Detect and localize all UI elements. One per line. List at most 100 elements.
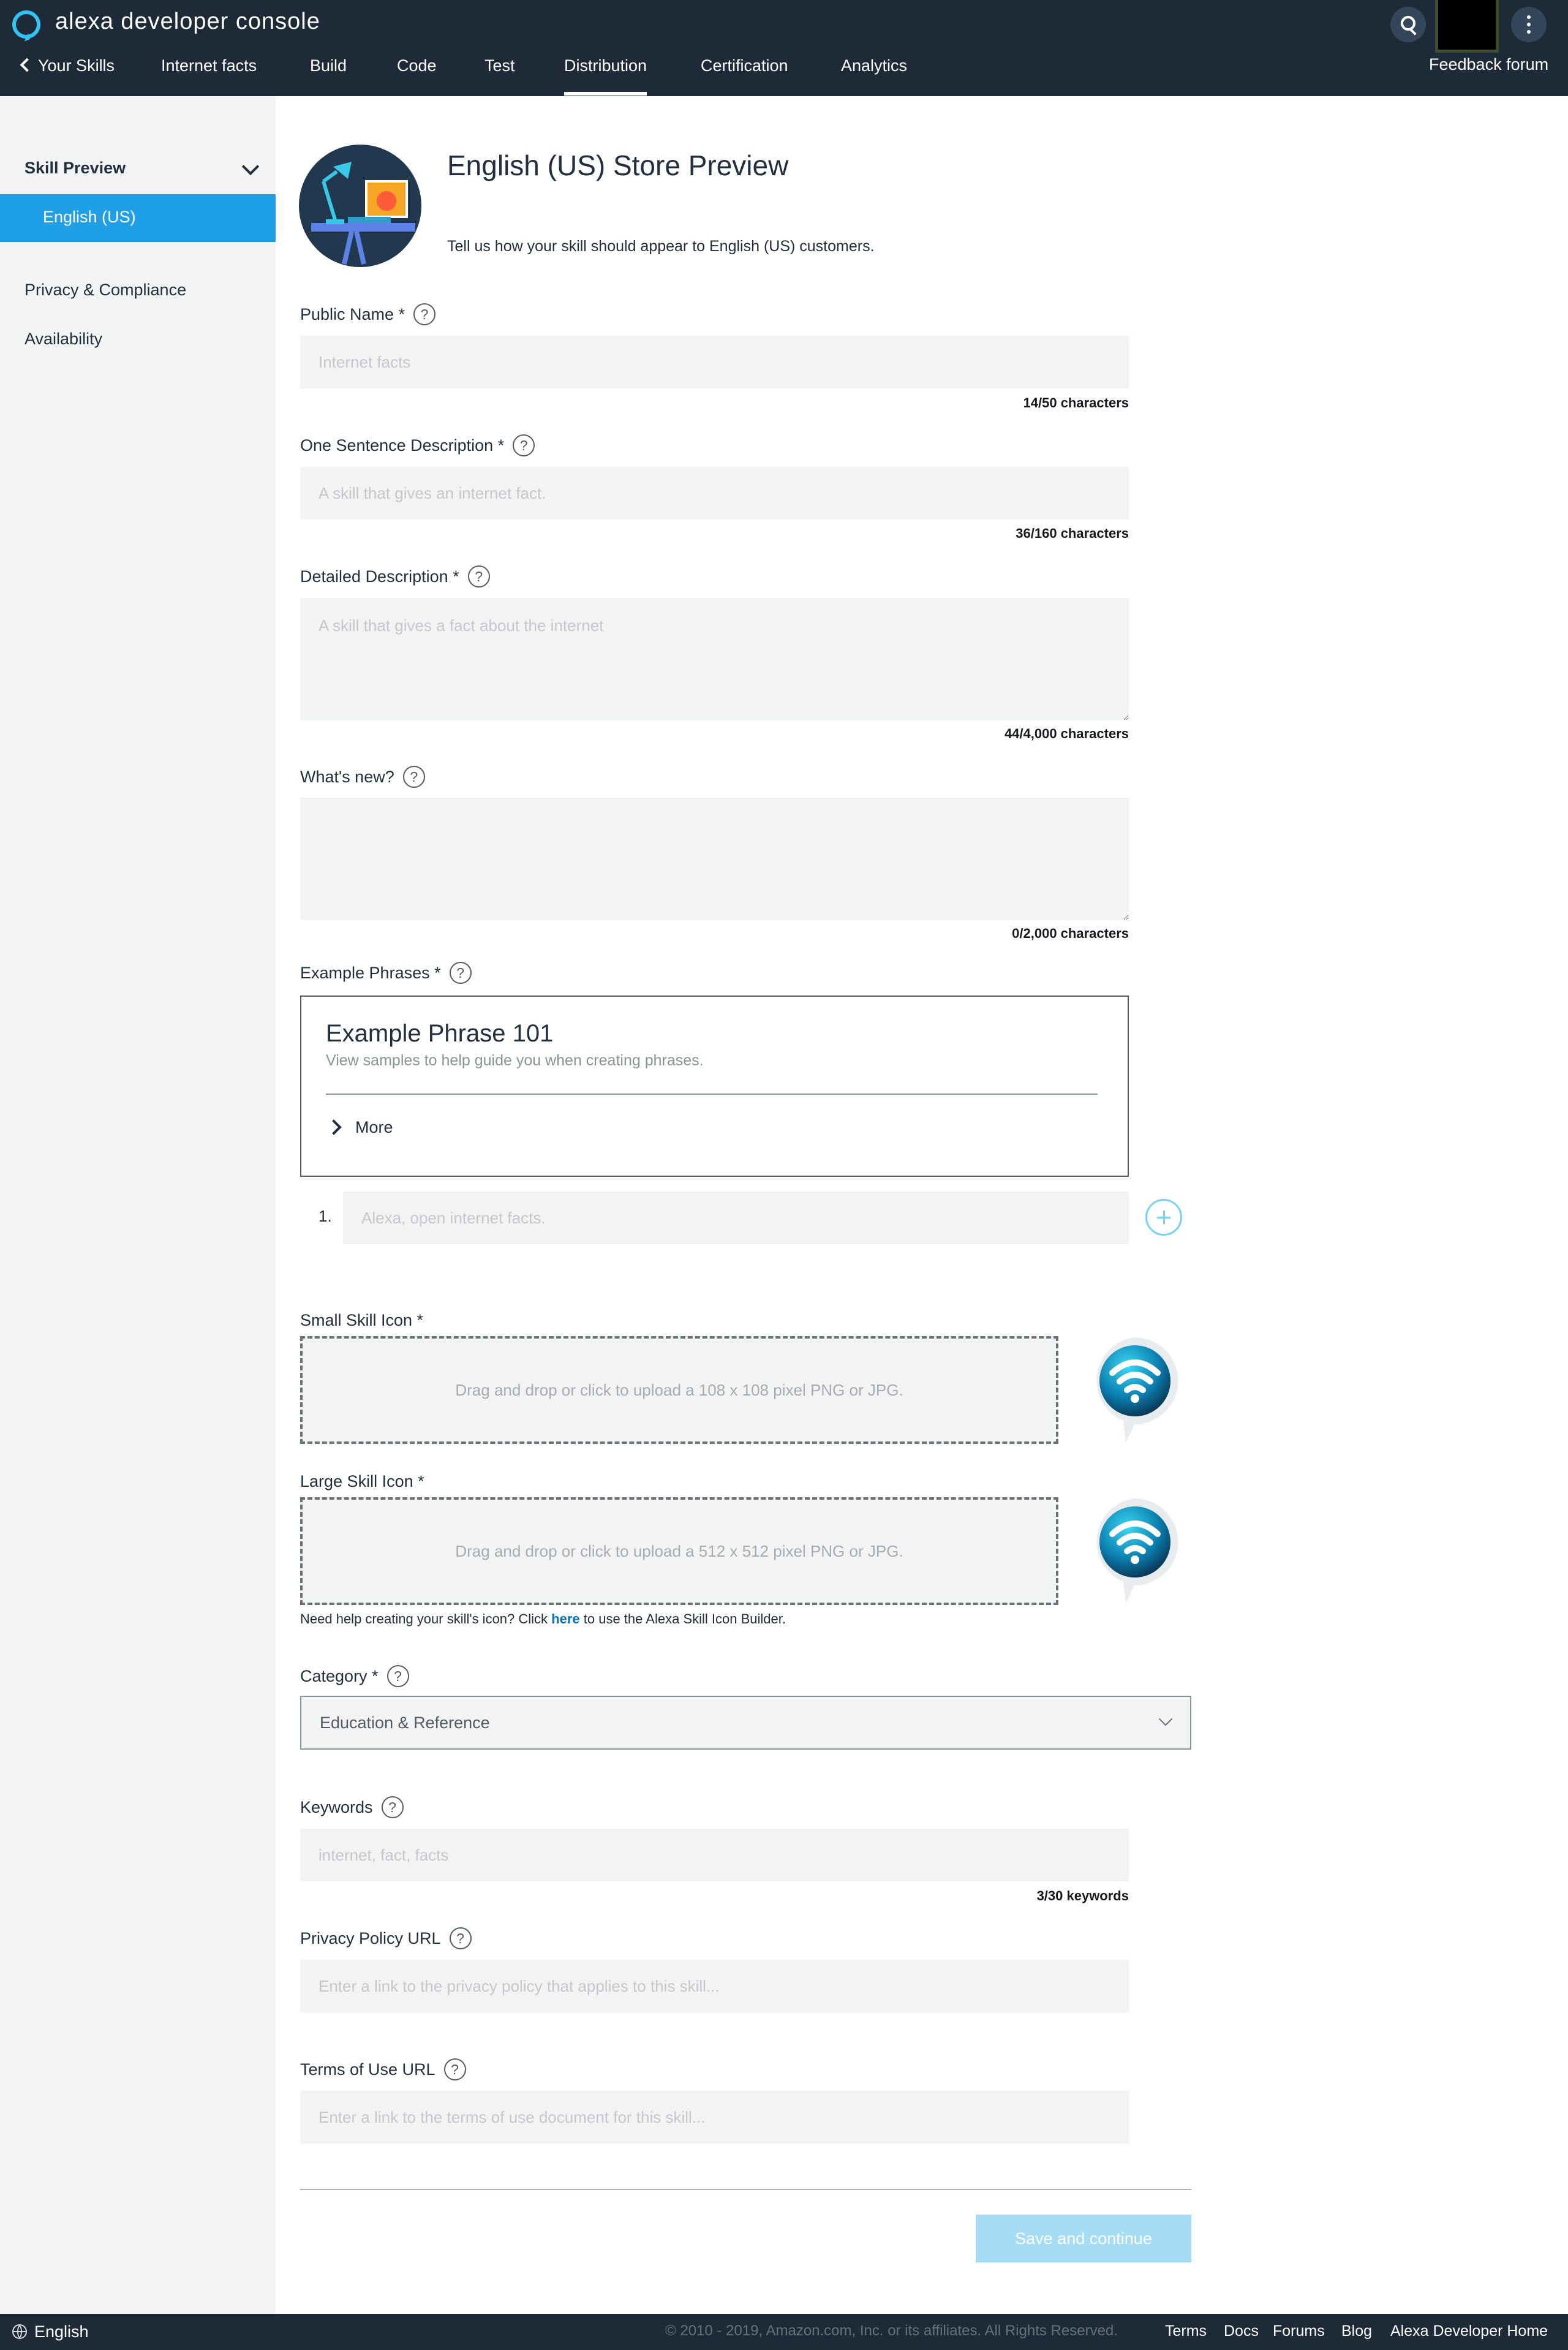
category-select[interactable]: Education & Reference [300, 1696, 1191, 1750]
nav-analytics[interactable]: Analytics [841, 53, 907, 96]
more-label: More [355, 1118, 393, 1136]
terms-of-use-url-input[interactable] [300, 2091, 1129, 2144]
whats-new-counter: 0/2,000 characters [1012, 926, 1129, 941]
nav-code[interactable]: Code [397, 53, 437, 96]
help-text: Need help creating your skill's icon? Cl… [300, 1611, 552, 1626]
nav-build[interactable]: Build [310, 53, 347, 96]
page-title: English (US) Store Preview [447, 149, 789, 181]
category-value: Education & Reference [320, 1713, 490, 1732]
feedback-forum-link[interactable]: Feedback forum [1429, 55, 1548, 74]
label-text: Public Name * [300, 305, 405, 324]
label-text: Category * [300, 1667, 379, 1686]
example-phrases-label: Example Phrases *? [300, 962, 472, 985]
example-phrase-101-panel: Example Phrase 101 View samples to help … [300, 996, 1129, 1177]
footer-link-blog[interactable]: Blog [1341, 2322, 1372, 2340]
sidebar-item-availability[interactable]: Availability [24, 330, 102, 349]
sidebar-item-privacy-compliance[interactable]: Privacy & Compliance [24, 281, 186, 300]
label-text: What's new? [300, 768, 394, 787]
public-name-input[interactable] [300, 336, 1129, 388]
form-divider [300, 2189, 1191, 2190]
help-text: to use the Alexa Skill Icon Builder. [579, 1611, 786, 1626]
one-sentence-counter: 36/160 characters [1016, 526, 1129, 541]
search-button[interactable] [1390, 7, 1426, 42]
example-phrase-input[interactable] [343, 1192, 1129, 1244]
search-icon-handle [1409, 28, 1417, 36]
privacy-policy-url-label: Privacy Policy URL? [300, 1927, 472, 1951]
sidebar-section-skill-preview[interactable]: Skill Preview [24, 159, 126, 178]
save-and-continue-button[interactable]: Save and continue [976, 2215, 1191, 2262]
label-text: Terms of Use URL [300, 2060, 435, 2079]
footer-link-docs[interactable]: Docs [1224, 2322, 1259, 2340]
divider [326, 1094, 1098, 1095]
chevron-down-icon[interactable] [241, 157, 260, 176]
more-options-button[interactable] [1511, 7, 1547, 42]
example-phrase-title: Example Phrase 101 [326, 1020, 554, 1047]
help-icon[interactable]: ? [402, 766, 425, 788]
help-icon[interactable]: ? [449, 962, 472, 984]
more-expander[interactable]: More [326, 1118, 393, 1137]
example-phrase-number: 1. [318, 1207, 332, 1225]
alexa-ring-icon [12, 10, 40, 39]
copyright-text: © 2010 - 2019, Amazon.com, Inc. or its a… [665, 2322, 1118, 2339]
top-navigation-bar: alexa developer console Your Skills Inte… [0, 0, 1568, 96]
label-text: Keywords [300, 1798, 373, 1817]
label-text: Detailed Description * [300, 567, 459, 586]
nav-test[interactable]: Test [484, 53, 515, 96]
public-name-counter: 14/50 characters [1023, 395, 1129, 410]
help-icon[interactable]: ? [467, 565, 490, 588]
sidebar-item-english-us[interactable]: English (US) [0, 194, 276, 242]
public-name-label: Public Name *? [300, 303, 436, 327]
add-phrase-plus-icon[interactable] [1145, 1199, 1182, 1236]
app-title[interactable]: alexa developer console [55, 9, 320, 35]
category-label: Category *? [300, 1665, 409, 1688]
detailed-description-label: Detailed Description *? [300, 565, 490, 589]
help-icon[interactable]: ? [413, 303, 436, 325]
small-icon-dropzone[interactable]: Drag and drop or click to upload a 108 x… [300, 1336, 1058, 1444]
store-preview-illustration [299, 145, 421, 267]
help-icon[interactable]: ? [443, 2058, 466, 2080]
footer-link-alexa-developer-home[interactable]: Alexa Developer Home [1390, 2322, 1548, 2340]
help-icon[interactable]: ? [381, 1796, 404, 1818]
one-sentence-label: One Sentence Description *? [300, 434, 535, 458]
search-icon [1401, 16, 1415, 31]
icon-builder-link[interactable]: here [551, 1611, 579, 1626]
language-selector[interactable]: English [34, 2322, 89, 2341]
sidebar-item-label: English (US) [43, 208, 136, 226]
small-skill-icon-label: Small Skill Icon * [300, 1311, 424, 1329]
keywords-label: Keywords? [300, 1796, 404, 1819]
detailed-description-textarea[interactable] [300, 598, 1129, 720]
label-text: Privacy Policy URL [300, 1929, 441, 1948]
keywords-counter: 3/30 keywords [1036, 1888, 1129, 1903]
keywords-input[interactable] [300, 1829, 1129, 1881]
whats-new-textarea[interactable] [300, 798, 1129, 920]
terms-of-use-url-label: Terms of Use URL? [300, 2058, 466, 2082]
example-phrase-subtitle: View samples to help guide you when crea… [326, 1052, 704, 1069]
help-icon[interactable]: ? [449, 1927, 472, 1949]
one-sentence-input[interactable] [300, 467, 1129, 519]
label-text: One Sentence Description * [300, 436, 505, 455]
user-avatar[interactable] [1435, 0, 1499, 53]
globe-icon [12, 2324, 27, 2339]
nav-distribution[interactable]: Distribution [564, 53, 647, 96]
desk-lamp-laptop-icon [311, 162, 415, 265]
help-icon[interactable]: ? [386, 1665, 409, 1687]
nav-internet-facts[interactable]: Internet facts [161, 53, 257, 96]
privacy-policy-url-input[interactable] [300, 1960, 1129, 2012]
wifi-skill-icon [1096, 1498, 1178, 1604]
sidebar: Skill Preview English (US) Privacy & Com… [0, 96, 276, 2314]
wifi-skill-icon [1096, 1337, 1178, 1443]
chevron-left-icon [20, 58, 34, 72]
nav-your-skills[interactable]: Your Skills [20, 53, 115, 96]
footer-link-forums[interactable]: Forums [1273, 2322, 1325, 2340]
label-text: Example Phrases * [300, 964, 441, 983]
icon-builder-help: Need help creating your skill's icon? Cl… [300, 1611, 786, 1627]
whats-new-label: What's new?? [300, 766, 425, 789]
footer: English © 2010 - 2019, Amazon.com, Inc. … [0, 2314, 1568, 2350]
nav-certification[interactable]: Certification [701, 53, 788, 96]
chevron-right-icon [326, 1119, 342, 1135]
page-subtitle: Tell us how your skill should appear to … [447, 238, 875, 255]
footer-link-terms[interactable]: Terms [1165, 2322, 1207, 2340]
help-icon[interactable]: ? [513, 434, 535, 456]
nav-label: Your Skills [38, 56, 115, 75]
large-icon-dropzone[interactable]: Drag and drop or click to upload a 512 x… [300, 1497, 1058, 1605]
